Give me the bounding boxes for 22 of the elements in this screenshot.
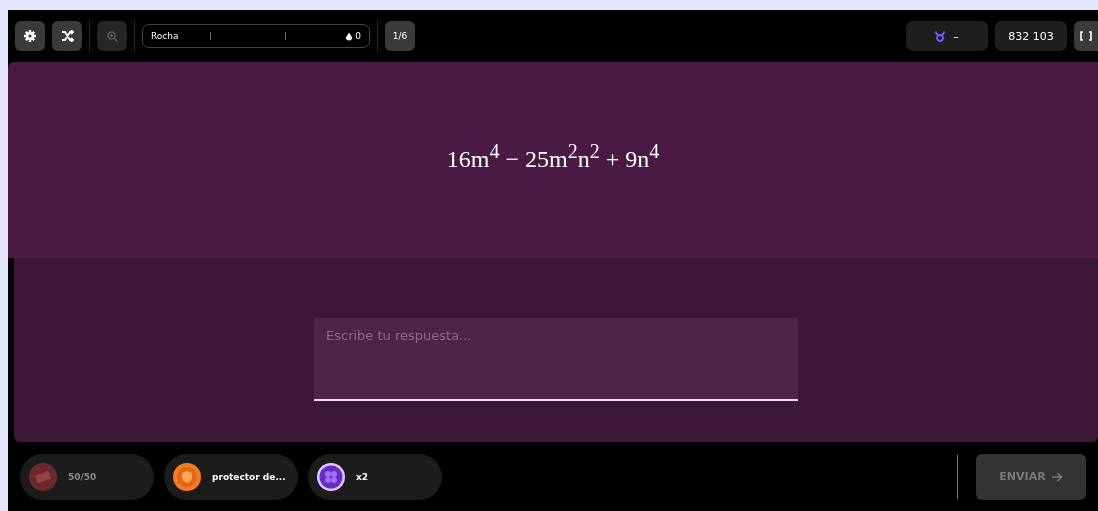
shuffle-icon [60, 30, 74, 42]
settings-button[interactable] [15, 21, 45, 51]
progress-counter: 1/6 [385, 21, 415, 51]
taurus-icon [935, 30, 946, 42]
fullscreen-button[interactable] [1074, 21, 1098, 51]
ticket-icon [28, 461, 58, 492]
shield-icon [172, 461, 202, 492]
streak-label: Rocha [151, 31, 180, 41]
powerup-button[interactable]: protector de... [164, 453, 298, 500]
answer-field[interactable]: Escribe tu respuesta... [314, 318, 798, 401]
zoom-icon [106, 30, 118, 42]
powerup-button[interactable]: x2 [308, 453, 442, 500]
math-expression: 16m$^{4}$ − 25m$^{2}$n$^{2}$ + 9n$^{4}$ [446, 140, 660, 170]
score-counter: 832 103 [995, 21, 1067, 51]
arrow-icon [1051, 471, 1063, 482]
sign-value: – [953, 29, 959, 43]
fullscreen-icon [1080, 31, 1092, 41]
streak-count: 0 [355, 31, 361, 41]
shuffle-button[interactable] [52, 21, 82, 51]
clover-icon [316, 461, 346, 492]
drop-icon [346, 31, 353, 41]
settings-icon [24, 30, 36, 42]
